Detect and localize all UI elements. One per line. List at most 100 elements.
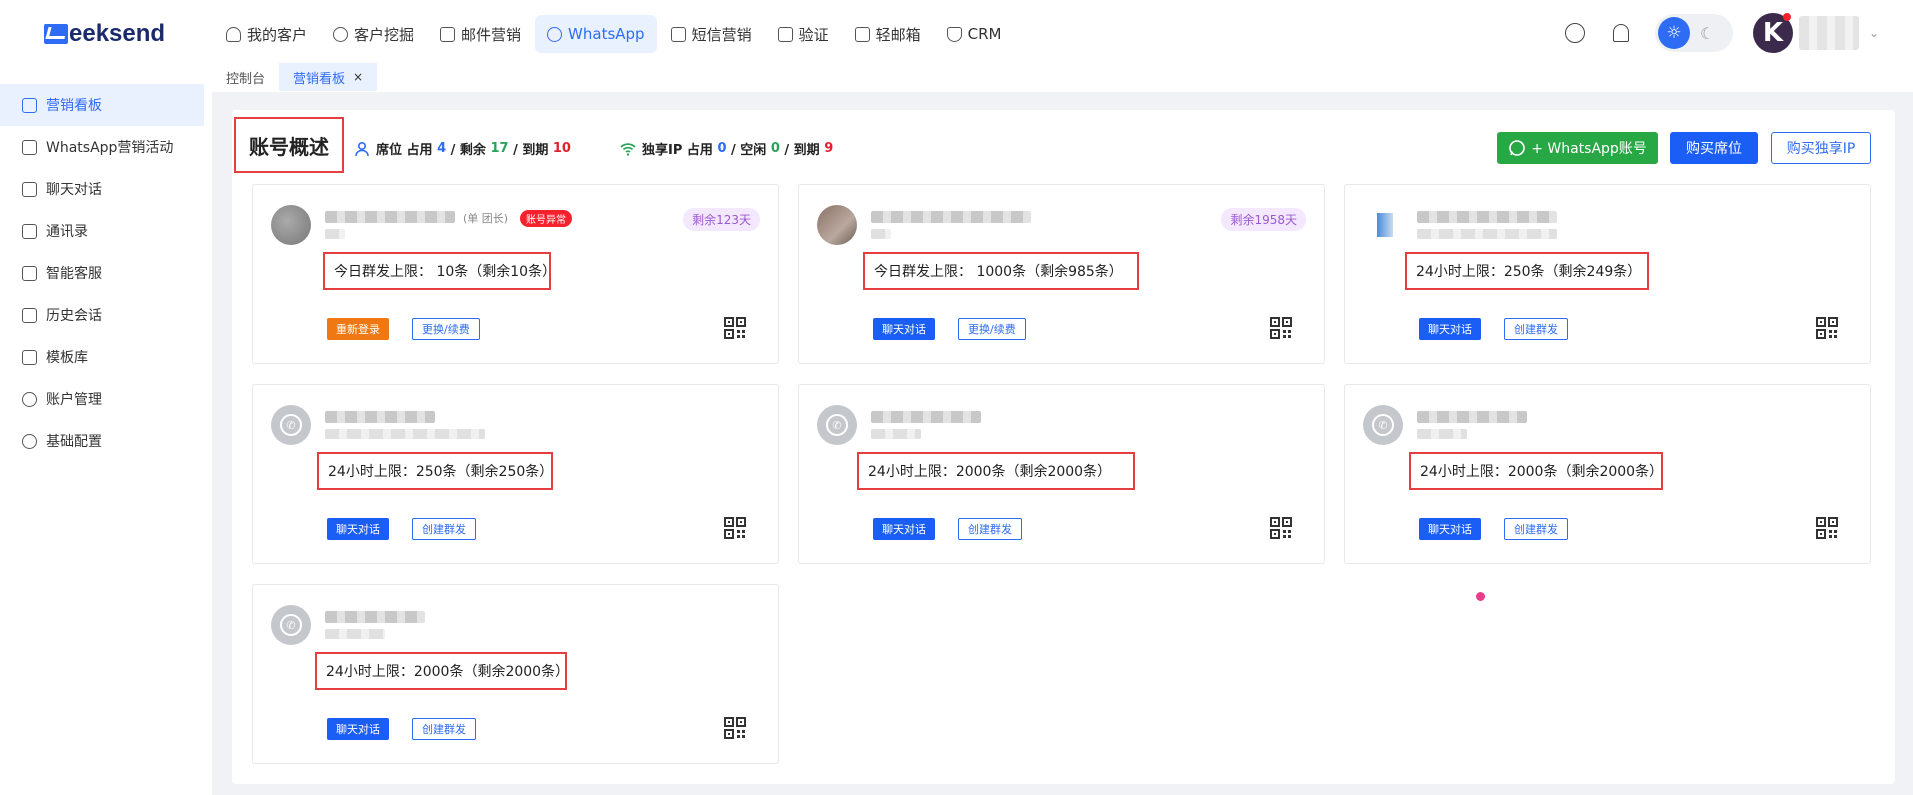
qr-code-icon[interactable] xyxy=(724,717,746,739)
sidebar-item-contacts[interactable]: 通讯录 xyxy=(0,210,204,252)
ip-expire-label: / 到期 xyxy=(784,143,820,158)
tab-label: 营销看板 xyxy=(293,71,346,87)
card-primary-button[interactable]: 聊天对话 xyxy=(327,518,389,540)
tab-marketing-board[interactable]: 营销看板 × xyxy=(279,63,378,91)
wifi-icon xyxy=(620,142,636,156)
buy-seat-button[interactable]: 购买席位 xyxy=(1670,132,1758,164)
card-primary-button[interactable]: 重新登录 xyxy=(327,318,389,340)
nav-label: 短信营销 xyxy=(691,25,752,44)
ip-idle: 0 xyxy=(770,141,780,156)
card-primary-button[interactable]: 聊天对话 xyxy=(1419,518,1481,540)
qr-code-icon[interactable] xyxy=(1816,317,1838,339)
campaign-icon xyxy=(22,139,37,155)
card-secondary-button[interactable]: 更换/续费 xyxy=(412,318,480,340)
sidebar-item-smart-service[interactable]: 智能客服 xyxy=(0,252,204,294)
account-avatar: ✆ xyxy=(1363,405,1403,445)
account-name-blurred xyxy=(325,611,425,623)
card-secondary-button[interactable]: 创建群发 xyxy=(1504,518,1568,540)
calendar-icon xyxy=(22,97,37,113)
moon-icon[interactable]: ☾ xyxy=(1700,24,1714,43)
card-secondary-button[interactable]: 更换/续费 xyxy=(958,318,1026,340)
nav-my-customers[interactable]: 我的客户 xyxy=(214,15,319,53)
nav-sms-marketing[interactable]: 短信营销 xyxy=(659,15,764,53)
qr-code-icon[interactable] xyxy=(724,517,746,539)
account-name-blurred xyxy=(325,211,455,223)
nav-crm[interactable]: CRM xyxy=(935,15,1014,53)
card-secondary-button[interactable]: 创建群发 xyxy=(412,518,476,540)
account-name-blurred xyxy=(325,411,435,423)
sidebar-item-templates[interactable]: 模板库 xyxy=(0,336,204,378)
sidebar-item-campaigns[interactable]: WhatsApp营销活动 xyxy=(0,126,204,168)
account-card: ✆ 24小时上限：2000条（剩余2000条） 聊天对话 创建群发 xyxy=(252,584,779,764)
template-icon xyxy=(22,349,37,365)
button-label: 购买席位 xyxy=(1686,141,1742,157)
card-primary-button[interactable]: 聊天对话 xyxy=(873,518,935,540)
light-mail-icon xyxy=(854,26,870,42)
card-secondary-button[interactable]: 创建群发 xyxy=(1504,318,1568,340)
card-secondary-button[interactable]: 创建群发 xyxy=(958,518,1022,540)
sidebar-item-label: 聊天对话 xyxy=(46,182,102,198)
nav-light-mail[interactable]: 轻邮箱 xyxy=(843,15,933,53)
card-primary-button[interactable]: 聊天对话 xyxy=(873,318,935,340)
card-primary-button[interactable]: 聊天对话 xyxy=(1419,318,1481,340)
account-name-blurred xyxy=(871,211,1031,223)
sidebar-item-accounts[interactable]: 账户管理 xyxy=(0,378,204,420)
person-icon xyxy=(355,141,369,156)
sms-icon xyxy=(670,26,686,42)
tab-label: 控制台 xyxy=(226,71,266,87)
sidebar-item-marketing-board[interactable]: 营销看板 xyxy=(0,84,204,126)
headset-icon[interactable] xyxy=(1564,23,1585,43)
nav-whatsapp[interactable]: WhatsApp xyxy=(535,15,657,53)
bell-icon[interactable] xyxy=(1612,24,1629,42)
page-title: 账号概述 xyxy=(234,117,344,173)
account-avatar: ✆ xyxy=(271,405,311,445)
account-name-blurred xyxy=(871,411,981,423)
user-name-blurred xyxy=(1798,16,1859,50)
card-primary-button[interactable]: 聊天对话 xyxy=(327,718,389,740)
send-limit: 24小时上限：2000条（剩余2000条） xyxy=(315,652,569,690)
top-bar: eeksend 我的客户 客户挖掘 邮件营销 WhatsApp 短信营销 验证 … xyxy=(0,0,1913,66)
sidebar-item-history[interactable]: 历史会话 xyxy=(0,294,204,336)
qr-code-icon[interactable] xyxy=(1270,517,1292,539)
theme-toggle[interactable]: ☼ ☾ xyxy=(1654,14,1733,52)
ip-expire: 9 xyxy=(824,141,834,156)
contacts-icon xyxy=(22,223,37,239)
button-label: + WhatsApp账号 xyxy=(1531,141,1647,157)
qr-code-icon[interactable] xyxy=(1270,317,1292,339)
nav-email-marketing[interactable]: 邮件营销 xyxy=(428,15,533,53)
send-limit: 24小时上限：250条（剩余249条） xyxy=(1405,252,1649,290)
sidebar-item-label: 通讯录 xyxy=(46,224,88,240)
tab-console[interactable]: 控制台 xyxy=(212,63,279,91)
nav-label: 客户挖掘 xyxy=(354,25,415,44)
account-role: (单 团长) xyxy=(463,212,509,225)
account-phone-blurred xyxy=(325,429,485,439)
history-icon xyxy=(22,307,37,323)
nav-customer-mining[interactable]: 客户挖掘 xyxy=(321,15,426,53)
add-whatsapp-account-button[interactable]: + WhatsApp账号 xyxy=(1497,132,1658,164)
chevron-down-icon[interactable]: ⌄ xyxy=(1869,26,1879,40)
remaining-days-badge: 剩余1958天 xyxy=(1221,208,1306,231)
buy-ip-button[interactable]: 购买独享IP xyxy=(1771,132,1871,164)
sidebar-item-settings[interactable]: 基础配置 xyxy=(0,420,204,462)
account-card: ✆ 24小时上限：250条（剩余250条） 聊天对话 创建群发 xyxy=(252,384,779,564)
avatar[interactable]: K xyxy=(1752,13,1793,53)
account-phone-blurred xyxy=(325,629,385,639)
button-label: 购买独享IP xyxy=(1786,141,1856,157)
nav-verify[interactable]: 验证 xyxy=(766,15,841,53)
account-phone-blurred xyxy=(1417,429,1467,439)
whatsapp-icon xyxy=(547,26,563,42)
account-phone-blurred xyxy=(871,229,891,239)
qr-code-icon[interactable] xyxy=(724,317,746,339)
sidebar-item-chat[interactable]: 聊天对话 xyxy=(0,168,204,210)
account-card: ✆ 24小时上限：2000条（剩余2000条） 聊天对话 创建群发 xyxy=(798,384,1325,564)
sun-icon[interactable]: ☼ xyxy=(1657,17,1690,49)
nav-label: 验证 xyxy=(798,25,829,44)
send-limit: 24小时上限：2000条（剩余2000条） xyxy=(1409,452,1663,490)
card-secondary-button[interactable]: 创建群发 xyxy=(412,718,476,740)
brand-logo[interactable]: eeksend xyxy=(44,20,165,48)
account-icon xyxy=(22,391,37,407)
close-icon[interactable]: × xyxy=(353,70,363,84)
sidebar-item-label: 模板库 xyxy=(46,350,88,366)
qr-code-icon[interactable] xyxy=(1816,517,1838,539)
seat-stats: 席位 占用 4 / 剩余 17 / 到期 10 xyxy=(354,139,571,158)
